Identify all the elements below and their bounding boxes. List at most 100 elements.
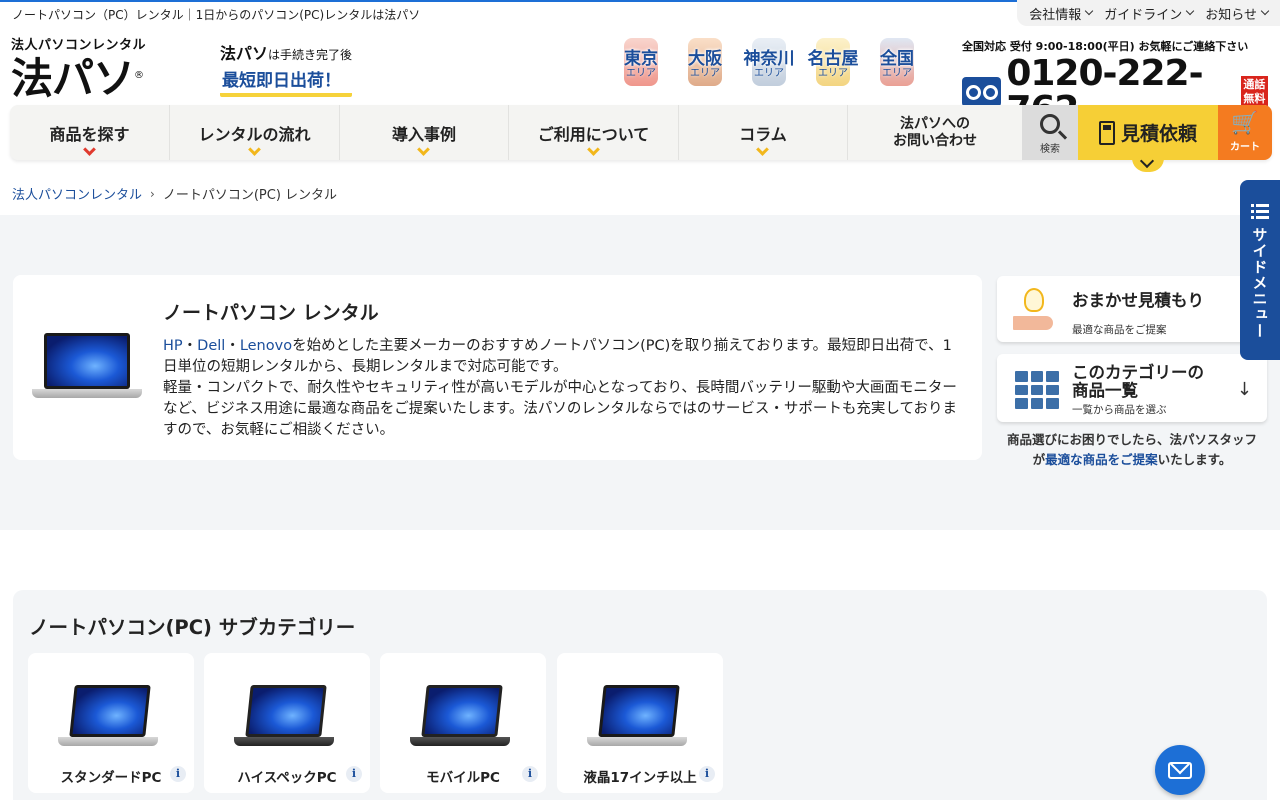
side-menu-label: サイドメニュー xyxy=(1250,227,1269,339)
top-link-guideline[interactable]: ガイドライン xyxy=(1104,4,1195,23)
quote-request-button[interactable]: 見積依頼 xyxy=(1078,105,1218,172)
category-intro: ノートパソコン レンタル HP・Dell・Lenovoを始めとした主要メーカーの… xyxy=(13,275,982,460)
side-menu-toggle[interactable]: サイドメニュー xyxy=(1240,180,1280,360)
info-icon[interactable]: i xyxy=(170,766,186,782)
breadcrumb: 法人パソコンレンタル › ノートパソコン(PC) レンタル xyxy=(12,184,338,204)
chevron-down-icon xyxy=(1260,6,1270,16)
note-line: 商品選びにお困りでしたら、法パソスタッフ xyxy=(1006,432,1257,447)
chevron-down-icon xyxy=(247,143,261,156)
logo-tagline: 法人パソコンレンタル xyxy=(11,38,147,53)
quote-label: 見積依頼 xyxy=(1120,123,1197,145)
area-name: 神奈川 xyxy=(743,49,795,69)
area-kanagawa[interactable]: 神奈川 エリア xyxy=(740,36,798,90)
nav-case-studies[interactable]: 導入事例 xyxy=(340,105,509,160)
subcategory-section: ノートパソコン(PC) サブカテゴリー スタンダードPC i ハイスペックPC … xyxy=(13,590,1267,800)
promo-line: 法パソは手続き完了後 xyxy=(220,40,352,64)
intro-text: HP・Dell・Lenovoを始めとした主要メーカーのおすすめノートパソコン(P… xyxy=(163,336,963,441)
area-nationwide[interactable]: 全国 エリア xyxy=(868,36,926,90)
area-sub: エリア xyxy=(690,68,720,79)
search-icon xyxy=(1040,114,1060,134)
subcategory-label: モバイルPC xyxy=(426,770,500,786)
chevron-down-icon xyxy=(586,143,600,156)
cart-icon: 🛒 xyxy=(1231,111,1259,136)
promo-brand: 法パソ xyxy=(220,44,269,63)
top-link-news[interactable]: お知らせ xyxy=(1205,4,1270,23)
area-name: 名古屋 xyxy=(807,49,859,69)
search-button[interactable]: 検索 xyxy=(1022,105,1078,160)
contact-mail-button[interactable] xyxy=(1155,745,1205,795)
link-lenovo[interactable]: Lenovo xyxy=(240,338,292,354)
info-icon[interactable]: i xyxy=(699,766,715,782)
top-link-label: 会社情報 xyxy=(1029,7,1082,23)
cart-label: カート xyxy=(1230,142,1260,153)
nav-contact-label: 法パソへの お問い合わせ xyxy=(893,116,977,150)
nav-usage[interactable]: ご利用について xyxy=(509,105,679,160)
toll-free-badge: 通話 無料 xyxy=(1240,76,1268,108)
laptop-image xyxy=(410,685,510,749)
top-links: 会社情報 ガイドライン お知らせ xyxy=(1017,0,1280,26)
laptop-image xyxy=(587,685,687,749)
shipping-promo: 法パソは手続き完了後 最短即日出荷！ xyxy=(220,40,353,97)
auto-quote-sub: 最適な商品をご提案 xyxy=(1072,324,1167,336)
area-tokyo[interactable]: 東京 エリア xyxy=(612,36,670,90)
auto-quote-title: おまかせ見積もり xyxy=(1072,291,1204,310)
product-list-sub: 一覧から商品を選ぶ xyxy=(1072,404,1167,416)
subcategory-label: 液晶17インチ以上 xyxy=(583,770,697,786)
nav-label: ご利用について xyxy=(537,124,650,144)
link-hp[interactable]: HP xyxy=(163,338,183,354)
site-description: ノートパソコン（PC）レンタル｜1日からのパソコン(PC)レンタルは法パソ xyxy=(12,8,421,22)
nav-rental-flow[interactable]: レンタルの流れ xyxy=(170,105,340,160)
logo-name: 法パソ xyxy=(11,54,135,103)
subcategory-card[interactable]: モバイルPC i xyxy=(380,653,546,793)
subcategory-title: ノートパソコン(PC) サブカテゴリー xyxy=(29,616,356,639)
top-link-label: ガイドライン xyxy=(1104,7,1183,23)
area-sub: エリア xyxy=(882,68,912,79)
link-dell[interactable]: Dell xyxy=(197,338,225,354)
nav-label: レンタルの流れ xyxy=(198,124,311,144)
area-osaka[interactable]: 大阪 エリア xyxy=(676,36,734,90)
chevron-down-icon xyxy=(1084,6,1094,16)
subcategory-card[interactable]: ハイスペックPC i xyxy=(204,653,370,793)
chevron-down-icon xyxy=(417,143,430,156)
global-nav: 商品を探す レンタルの流れ 導入事例 ご利用について コラム 法パソへの お問い合… xyxy=(10,105,1272,172)
chevron-down-icon xyxy=(756,143,769,156)
promo-highlight: 最短即日出荷！ xyxy=(220,66,353,97)
nav-contact-line: お問い合わせ xyxy=(893,132,977,149)
note-text: が xyxy=(1032,452,1046,467)
list-icon xyxy=(1251,204,1269,219)
area-sub: エリア xyxy=(754,68,784,79)
intro-title: ノートパソコン レンタル xyxy=(163,302,379,324)
badge-line: 無料 xyxy=(1243,92,1266,105)
grid-icon xyxy=(1015,371,1059,409)
subcategory-card[interactable]: 液晶17インチ以上 i xyxy=(557,653,723,793)
nav-column[interactable]: コラム xyxy=(679,105,848,160)
staff-support-note: 商品選びにお困りでしたら、法パソスタッフ が最適な商品をご提案いたします。 xyxy=(997,430,1267,470)
search-label: 検索 xyxy=(1040,144,1060,155)
intro-paragraph-2: 軽量・コンパクトで、耐久性やセキュリティ性が高いモデルが中心となっており、長時間… xyxy=(163,380,958,438)
top-link-company[interactable]: 会社情報 xyxy=(1029,4,1094,23)
area-name: 大阪 xyxy=(688,49,722,69)
nav-label: コラム xyxy=(739,124,787,144)
nav-find-products[interactable]: 商品を探す xyxy=(10,105,170,160)
registered-mark: ® xyxy=(134,70,144,81)
subcategory-label: スタンダードPC xyxy=(60,770,162,786)
info-icon[interactable]: i xyxy=(346,766,362,782)
nav-contact[interactable]: 法パソへの お問い合わせ xyxy=(848,105,1022,160)
area-sub: エリア xyxy=(818,68,848,79)
cart-button[interactable]: 🛒 カート xyxy=(1218,105,1272,160)
site-logo[interactable]: 法人パソコンレンタル 法パソ® xyxy=(11,34,146,102)
area-nagoya[interactable]: 名古屋 エリア xyxy=(804,36,862,90)
logo-wordmark: 法パソ® xyxy=(11,53,146,102)
breadcrumb-home[interactable]: 法人パソコンレンタル xyxy=(12,184,142,203)
top-link-label: お知らせ xyxy=(1205,7,1257,23)
breadcrumb-current: ノートパソコン(PC) レンタル xyxy=(162,188,338,203)
info-icon[interactable]: i xyxy=(522,766,538,782)
laptop-image xyxy=(234,685,334,749)
breadcrumb-separator: › xyxy=(150,186,155,201)
nav-contact-line: 法パソへの xyxy=(900,115,970,132)
subcategory-card[interactable]: スタンダードPC i xyxy=(28,653,194,793)
auto-quote-button[interactable]: おまかせ見積もり 最適な商品をご提案 xyxy=(997,276,1267,342)
promo-text: は手続き完了後 xyxy=(268,48,353,62)
category-product-list-button[interactable]: このカテゴリーの 商品一覧 一覧から商品を選ぶ ↓ xyxy=(997,354,1267,422)
freedial-icon xyxy=(962,77,1002,107)
